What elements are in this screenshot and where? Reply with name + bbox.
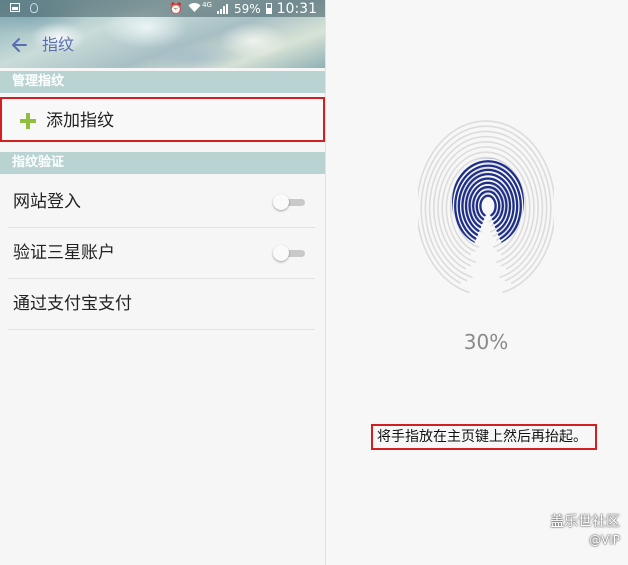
fingerprint-ridge xyxy=(424,130,548,282)
plus-icon xyxy=(20,113,36,129)
network-type: 4G xyxy=(202,0,212,9)
add-fingerprint-label: 添加指纹 xyxy=(46,111,114,131)
gallery-icon xyxy=(10,3,20,12)
battery-percent: 59% xyxy=(233,1,261,16)
watermark-line2: @VIP xyxy=(589,533,620,547)
clock: 10:31 xyxy=(276,0,317,17)
fingerprint-icon xyxy=(416,120,556,300)
section-header-verify: 指纹验证 xyxy=(0,152,325,174)
list-item-samsung-account[interactable]: 验证三星账户 xyxy=(8,228,315,279)
status-bar: ⏰ 4G 59% 10:31 xyxy=(0,0,325,17)
signal-icon xyxy=(216,3,229,14)
fingerprint-ridge-captured xyxy=(479,194,497,217)
website-login-toggle[interactable] xyxy=(273,194,307,210)
settings-panel: ⏰ 4G 59% 10:31 指纹 管理指纹 添加指纹 指纹验证 网站登入 验证… xyxy=(0,0,326,565)
watermark-line1: 盖乐世社区 xyxy=(550,514,620,530)
wifi-icon xyxy=(188,2,201,15)
list-item-label: 验证三星账户 xyxy=(13,243,115,263)
list-item-label: 网站登入 xyxy=(13,192,81,212)
toggle-knob xyxy=(273,245,289,261)
instruction-text: 将手指放在主页键上然后再抬起。 xyxy=(377,429,587,445)
samsung-account-toggle[interactable] xyxy=(273,245,307,261)
page-title: 指纹 xyxy=(42,35,75,54)
toggle-knob xyxy=(273,194,289,210)
section-header-manage: 管理指纹 xyxy=(0,71,325,93)
list-item-label: 通过支付宝支付 xyxy=(13,294,132,314)
list-item-alipay[interactable]: 通过支付宝支付 xyxy=(8,279,315,330)
list-item-website-login[interactable]: 网站登入 xyxy=(8,177,315,228)
alarm-icon: ⏰ xyxy=(169,2,184,15)
watermark: 盖乐世社区 @VIP xyxy=(550,513,620,549)
title-bar: 指纹 xyxy=(0,26,325,64)
arrow-left-icon[interactable] xyxy=(10,35,30,55)
registration-progress: 30% xyxy=(463,330,509,354)
battery-icon xyxy=(265,3,272,14)
status-bar-right: ⏰ 4G 59% 10:31 xyxy=(169,0,317,17)
instruction-box: 将手指放在主页键上然后再抬起。 xyxy=(371,424,597,450)
add-fingerprint-button[interactable]: 添加指纹 xyxy=(0,97,325,142)
notification-icon xyxy=(30,3,38,13)
